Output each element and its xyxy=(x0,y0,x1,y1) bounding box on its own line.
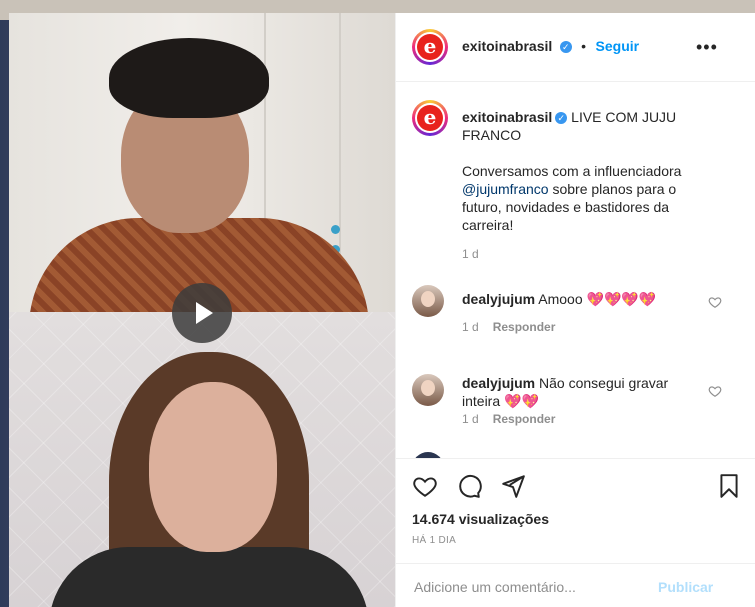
person-top-hair xyxy=(109,38,269,118)
caption-author-avatar[interactable]: e xyxy=(412,100,448,136)
post-sidebar: e exitoinabrasil ✓ • Seguir ••• e exitoi… xyxy=(395,13,755,607)
view-count[interactable]: 14.674 visualizações xyxy=(412,511,549,527)
video-bottom-pane xyxy=(9,312,395,607)
follow-button[interactable]: Seguir xyxy=(596,38,640,54)
caption-mention-link[interactable]: @jujumfranco xyxy=(462,181,549,197)
avatar-face xyxy=(421,291,435,307)
like-heart-icon[interactable] xyxy=(412,473,438,499)
comment-meta: 1 d Responder xyxy=(462,320,555,334)
person-bottom-face xyxy=(149,382,277,552)
avatar-face xyxy=(421,380,435,396)
caption-body-prefix: Conversamos com a influenciadora xyxy=(462,163,682,179)
comment-time[interactable]: 1 d xyxy=(462,412,479,426)
reply-button[interactable]: Responder xyxy=(493,320,556,334)
comment-username[interactable]: dealyjujum xyxy=(462,291,535,307)
caption-author-logo: e xyxy=(417,105,443,131)
like-comment-heart-icon[interactable] xyxy=(708,295,722,309)
door-knob xyxy=(331,225,340,234)
caption-body: Conversamos com a influenciadora @jujumf… xyxy=(462,162,702,234)
comment-text-1: dealyjujum Amooo 💖💖💖💖 xyxy=(462,290,712,308)
comments-area[interactable]: e exitoinabrasil ✓ LIVE COM JUJU FRANCO C… xyxy=(396,82,755,458)
verified-badge-icon: ✓ xyxy=(555,112,568,125)
share-send-icon[interactable] xyxy=(500,473,526,499)
video-media[interactable] xyxy=(9,13,395,607)
play-icon xyxy=(196,302,213,324)
comment-bubble-icon[interactable] xyxy=(456,473,482,499)
like-comment-heart-icon[interactable] xyxy=(708,384,722,398)
caption-timestamp[interactable]: 1 d xyxy=(462,247,479,261)
post-modal: e exitoinabrasil ✓ • Seguir ••• e exitoi… xyxy=(9,13,755,607)
header-line: exitoinabrasil ✓ • Seguir xyxy=(462,38,639,56)
author-logo: e xyxy=(417,34,443,60)
post-actions: 14.674 visualizações HÁ 1 DIA Publicar xyxy=(396,458,755,607)
comment-meta: 1 d Responder xyxy=(462,412,555,426)
author-avatar[interactable]: e xyxy=(412,29,448,65)
verified-badge-icon: ✓ xyxy=(559,40,572,53)
reply-button[interactable]: Responder xyxy=(493,412,556,426)
comment-username[interactable]: dealyjujum xyxy=(462,375,535,391)
publish-button[interactable]: Publicar xyxy=(658,579,713,595)
person-bottom-shirt xyxy=(49,547,369,607)
save-bookmark-icon[interactable] xyxy=(716,473,742,499)
caption-username[interactable]: exitoinabrasil xyxy=(462,109,552,125)
comment-input[interactable] xyxy=(412,576,646,598)
video-top-pane xyxy=(9,13,395,328)
post-time-ago[interactable]: HÁ 1 DIA xyxy=(412,535,456,546)
comment-text-2: dealyjujum Não consegui gravar inteira 💖… xyxy=(462,374,702,410)
comment-composer: Publicar xyxy=(396,563,755,607)
more-options-icon[interactable]: ••• xyxy=(696,37,718,58)
comment-avatar[interactable] xyxy=(412,285,444,317)
author-username[interactable]: exitoinabrasil xyxy=(462,38,552,54)
comment-avatar[interactable] xyxy=(412,374,444,406)
play-button[interactable] xyxy=(172,283,232,343)
caption-headline: exitoinabrasil ✓ LIVE COM JUJU FRANCO xyxy=(462,108,702,144)
post-header: e exitoinabrasil ✓ • Seguir ••• xyxy=(396,13,755,82)
comment-time[interactable]: 1 d xyxy=(462,320,479,334)
separator-dot: • xyxy=(581,38,587,54)
comment-body: Amooo 💖💖💖💖 xyxy=(538,291,657,307)
